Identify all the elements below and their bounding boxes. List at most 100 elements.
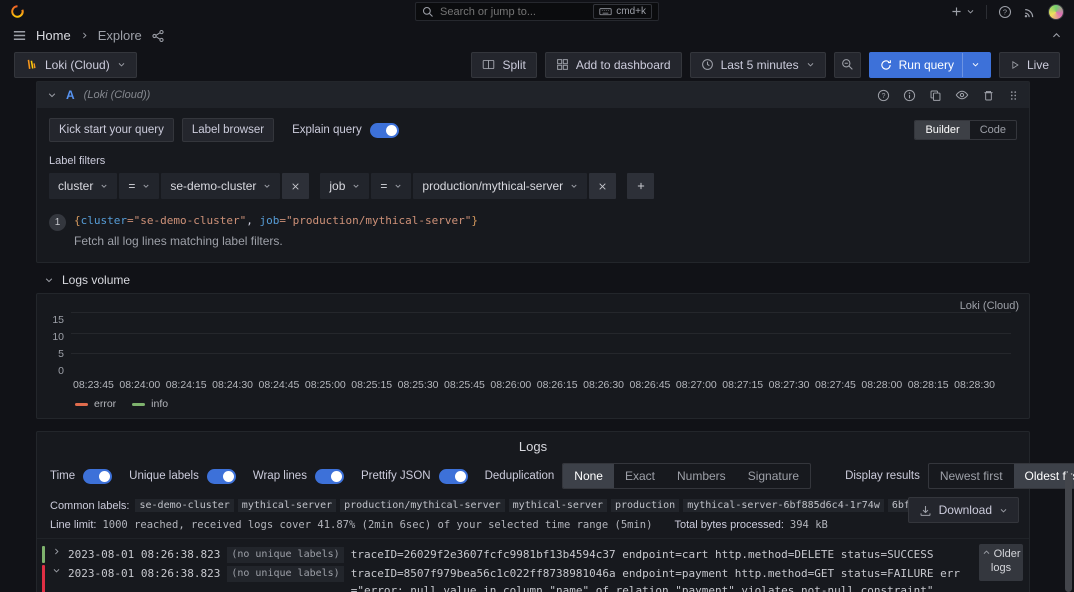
x-tick: 08:25:15 bbox=[351, 379, 392, 391]
builder-mode-option[interactable]: Builder bbox=[915, 121, 969, 139]
x-tick: 08:28:00 bbox=[861, 379, 902, 391]
deduplication-group: None Exact Numbers Signature bbox=[562, 463, 811, 489]
live-button[interactable]: Live bbox=[999, 52, 1060, 78]
label-browser-button[interactable]: Label browser bbox=[182, 118, 274, 142]
remove-query-trash-icon[interactable] bbox=[982, 88, 995, 102]
remove-filter-button[interactable] bbox=[282, 173, 309, 199]
query-help-icon[interactable]: ? bbox=[877, 88, 890, 102]
chevron-up-icon bbox=[982, 548, 991, 557]
time-toggle-label: Time bbox=[50, 470, 75, 482]
download-icon bbox=[919, 504, 932, 517]
label-filter-0: cluster = se-demo-cluster bbox=[49, 173, 309, 199]
legend-item-info[interactable]: info bbox=[132, 398, 168, 410]
sort-order-group: Newest first Oldest first bbox=[928, 463, 1074, 489]
split-button[interactable]: Split bbox=[471, 52, 536, 78]
filter-value-select[interactable]: se-demo-cluster bbox=[161, 173, 280, 199]
add-to-dashboard-button[interactable]: Add to dashboard bbox=[545, 52, 682, 78]
query-ref-id: A bbox=[66, 88, 75, 102]
duplicate-query-icon[interactable] bbox=[929, 88, 942, 102]
x-tick: 08:28:15 bbox=[908, 379, 949, 391]
query-row-header[interactable]: A (Loki (Cloud)) ? bbox=[37, 82, 1029, 108]
news-rss-icon[interactable] bbox=[1023, 5, 1037, 19]
chevron-down-icon bbox=[117, 60, 126, 69]
log-line-text: traceID=26029f2e3607fcfc9981bf13b4594c37… bbox=[351, 546, 1021, 563]
global-search[interactable]: cmd+k bbox=[415, 2, 659, 21]
time-range-picker[interactable]: Last 5 minutes bbox=[690, 52, 826, 78]
scrollbar-thumb[interactable] bbox=[1065, 473, 1072, 592]
volume-bars bbox=[71, 312, 1011, 374]
label-filters-title: Label filters bbox=[49, 155, 1017, 167]
drag-handle-icon[interactable] bbox=[1008, 88, 1019, 102]
x-tick: 08:24:45 bbox=[259, 379, 300, 391]
add-filter-button[interactable] bbox=[627, 173, 654, 199]
wrap-lines-toggle[interactable] bbox=[315, 469, 344, 484]
share-icon[interactable] bbox=[151, 29, 165, 43]
y-tick: 5 bbox=[58, 349, 64, 360]
log-row[interactable]: 2023-08-01 08:26:38.823 (no unique label… bbox=[42, 564, 1021, 592]
split-icon bbox=[482, 58, 495, 71]
legend-item-error[interactable]: error bbox=[75, 398, 116, 410]
x-tick: 08:25:00 bbox=[305, 379, 346, 391]
remove-filter-button[interactable] bbox=[589, 173, 616, 199]
line-limit-value: 1000 reached, received logs cover 41.87%… bbox=[102, 519, 652, 531]
download-button[interactable]: Download bbox=[908, 497, 1019, 523]
filter-label-select[interactable]: cluster bbox=[49, 173, 117, 199]
filter-op-select[interactable]: = bbox=[119, 173, 159, 199]
dedup-option-numbers[interactable]: Numbers bbox=[666, 464, 737, 488]
dedup-option-exact[interactable]: Exact bbox=[614, 464, 666, 488]
sort-newest-first-option[interactable]: Newest first bbox=[929, 464, 1014, 488]
y-tick: 0 bbox=[58, 366, 64, 377]
chevron-right-icon bbox=[80, 31, 89, 40]
unique-labels-toggle[interactable] bbox=[207, 469, 236, 484]
dedup-option-signature[interactable]: Signature bbox=[737, 464, 810, 488]
x-tick: 08:25:30 bbox=[398, 379, 439, 391]
chevron-down-icon bbox=[142, 182, 150, 190]
filter-op-select[interactable]: = bbox=[371, 173, 411, 199]
older-logs-button[interactable]: Older logs bbox=[979, 544, 1023, 581]
run-query-button[interactable]: Run query bbox=[869, 52, 991, 78]
search-input[interactable] bbox=[440, 6, 587, 18]
explore-toolbar: Loki (Cloud) Split Add to dashboard Last… bbox=[0, 48, 1074, 81]
explain-query-toggle[interactable] bbox=[370, 123, 399, 138]
logs-volume-section-header[interactable]: Logs volume bbox=[36, 273, 1030, 287]
logs-controls-row: Time Unique labels Wrap lines Prettify J… bbox=[37, 463, 1029, 489]
divider bbox=[962, 53, 963, 77]
chevron-down-icon bbox=[44, 275, 54, 285]
log-row[interactable]: 2023-08-01 08:26:38.823 (no unique label… bbox=[42, 545, 1021, 564]
log-timestamp: 2023-08-01 08:26:38.823 bbox=[68, 546, 220, 563]
chevron-down-icon[interactable] bbox=[47, 90, 57, 100]
datasource-picker[interactable]: Loki (Cloud) bbox=[14, 52, 137, 78]
grafana-logo[interactable] bbox=[10, 4, 25, 19]
loki-datasource-icon bbox=[25, 58, 38, 71]
zoom-out-icon bbox=[841, 58, 854, 71]
svg-text:?: ? bbox=[1003, 7, 1007, 16]
zoom-out-time-button[interactable] bbox=[834, 52, 861, 78]
help-icon[interactable]: ? bbox=[998, 5, 1012, 19]
chart-legend: error info bbox=[75, 398, 1019, 410]
disable-query-eye-icon[interactable] bbox=[955, 88, 969, 102]
y-tick: 10 bbox=[52, 332, 64, 343]
code-mode-option[interactable]: Code bbox=[970, 121, 1016, 139]
chevron-right-icon[interactable] bbox=[52, 547, 61, 556]
collapse-toolbar-icon[interactable] bbox=[1051, 30, 1062, 41]
new-menu-button[interactable] bbox=[950, 5, 975, 18]
logs-volume-plot bbox=[71, 312, 1011, 374]
time-toggle[interactable] bbox=[83, 469, 112, 484]
user-avatar[interactable] bbox=[1048, 4, 1064, 20]
y-tick: 15 bbox=[52, 315, 64, 326]
dedup-option-none[interactable]: None bbox=[563, 464, 614, 488]
kick-start-query-button[interactable]: Kick start your query bbox=[49, 118, 174, 142]
x-tick: 08:27:15 bbox=[722, 379, 763, 391]
prettify-json-toggle[interactable] bbox=[439, 469, 468, 484]
x-tick: 08:25:45 bbox=[444, 379, 485, 391]
svg-text:?: ? bbox=[882, 92, 886, 99]
chevron-down-icon[interactable] bbox=[971, 60, 980, 69]
chevron-down-icon[interactable] bbox=[52, 566, 61, 575]
filter-label-select[interactable]: job bbox=[320, 173, 369, 199]
query-code: {cluster="se-demo-cluster", job="product… bbox=[74, 213, 478, 230]
breadcrumb-home[interactable]: Home bbox=[36, 28, 71, 43]
query-info-icon[interactable] bbox=[903, 88, 916, 102]
chevron-down-icon bbox=[570, 182, 578, 190]
filter-value-select[interactable]: production/mythical-server bbox=[413, 173, 587, 199]
menu-hamburger-icon[interactable] bbox=[12, 28, 27, 43]
